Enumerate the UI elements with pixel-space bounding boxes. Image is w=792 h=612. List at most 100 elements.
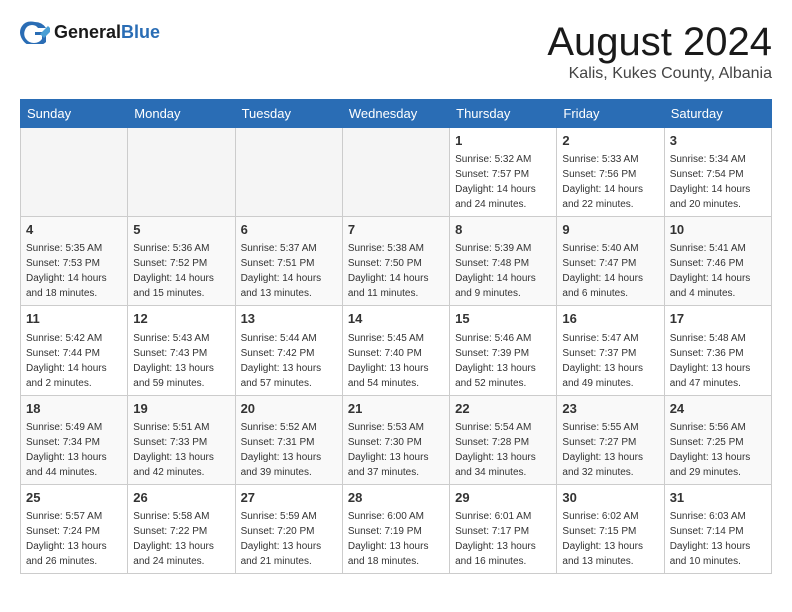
calendar-week-row: 25Sunrise: 5:57 AM Sunset: 7:24 PM Dayli… — [21, 484, 772, 573]
day-number: 30 — [562, 489, 658, 507]
day-number: 11 — [26, 310, 122, 328]
calendar-day-cell: 26 Sunrise: 5:58 AM Sunset: 7:22 PM Dayli… — [128, 484, 235, 573]
day-info: Sunrise: 5:43 AM Sunset: 7:43 PM Dayligh… — [133, 331, 229, 391]
calendar-day-cell: 1 Sunrise: 5:32 AM Sunset: 7:57 PM Daylig… — [450, 128, 557, 217]
calendar-day-cell: 10 Sunrise: 5:41 AM Sunset: 7:46 PM Dayli… — [664, 217, 771, 306]
day-number: 29 — [455, 489, 551, 507]
weekday-header: Friday — [557, 100, 664, 128]
day-info: Sunrise: 6:00 AM Sunset: 7:19 PM Dayligh… — [348, 509, 444, 569]
logo-text: GeneralBlue — [54, 22, 160, 43]
day-number: 2 — [562, 132, 658, 150]
day-info: Sunrise: 5:42 AM Sunset: 7:44 PM Dayligh… — [26, 331, 122, 391]
day-number: 28 — [348, 489, 444, 507]
day-number: 13 — [241, 310, 337, 328]
logo-icon — [20, 20, 50, 44]
calendar-day-cell — [342, 128, 449, 217]
day-info: Sunrise: 5:36 AM Sunset: 7:52 PM Dayligh… — [133, 241, 229, 301]
day-info: Sunrise: 5:49 AM Sunset: 7:34 PM Dayligh… — [26, 420, 122, 480]
calendar-day-cell: 3Sunrise: 5:34 AM Sunset: 7:54 PM Daylig… — [664, 128, 771, 217]
weekday-header: Tuesday — [235, 100, 342, 128]
day-info: Sunrise: 5:54 AM Sunset: 7:28 PM Dayligh… — [455, 420, 551, 480]
day-info: Sunrise: 5:46 AM Sunset: 7:39 PM Dayligh… — [455, 331, 551, 391]
day-info: Sunrise: 5:38 AM Sunset: 7:50 PM Dayligh… — [348, 241, 444, 301]
calendar-day-cell: 12 Sunrise: 5:43 AM Sunset: 7:43 PM Dayli… — [128, 306, 235, 395]
day-info: Sunrise: 5:37 AM Sunset: 7:51 PM Dayligh… — [241, 241, 337, 301]
calendar-day-cell: 2 Sunrise: 5:33 AM Sunset: 7:56 PM Daylig… — [557, 128, 664, 217]
calendar-day-cell: 13 Sunrise: 5:44 AM Sunset: 7:42 PM Dayli… — [235, 306, 342, 395]
month-title: August 2024 — [547, 20, 772, 65]
day-info: Sunrise: 5:59 AM Sunset: 7:20 PM Dayligh… — [241, 509, 337, 569]
calendar-day-cell: 28 Sunrise: 6:00 AM Sunset: 7:19 PM Dayli… — [342, 484, 449, 573]
weekday-header: Saturday — [664, 100, 771, 128]
calendar-day-cell: 29Sunrise: 6:01 AM Sunset: 7:17 PM Dayli… — [450, 484, 557, 573]
calendar-day-cell: 30 Sunrise: 6:02 AM Sunset: 7:15 PM Dayli… — [557, 484, 664, 573]
calendar-day-cell — [21, 128, 128, 217]
day-number: 5 — [133, 221, 229, 239]
weekday-header: Thursday — [450, 100, 557, 128]
day-number: 6 — [241, 221, 337, 239]
day-info: Sunrise: 5:40 AM Sunset: 7:47 PM Dayligh… — [562, 241, 658, 301]
day-number: 14 — [348, 310, 444, 328]
day-info: Sunrise: 5:47 AM Sunset: 7:37 PM Dayligh… — [562, 331, 658, 391]
calendar-day-cell: 19 Sunrise: 5:51 AM Sunset: 7:33 PM Dayli… — [128, 395, 235, 484]
day-number: 9 — [562, 221, 658, 239]
calendar-day-cell: 21Sunrise: 5:53 AM Sunset: 7:30 PM Dayli… — [342, 395, 449, 484]
day-number: 18 — [26, 400, 122, 418]
day-info: Sunrise: 5:41 AM Sunset: 7:46 PM Dayligh… — [670, 241, 766, 301]
logo-general: General — [54, 22, 121, 42]
day-number: 16 — [562, 310, 658, 328]
calendar-day-cell: 27 Sunrise: 5:59 AM Sunset: 7:20 PM Dayli… — [235, 484, 342, 573]
calendar-day-cell: 20Sunrise: 5:52 AM Sunset: 7:31 PM Dayli… — [235, 395, 342, 484]
page-header: GeneralBlue August 2024 Kalis, Kukes Cou… — [20, 20, 772, 83]
day-number: 26 — [133, 489, 229, 507]
day-info: Sunrise: 5:58 AM Sunset: 7:22 PM Dayligh… — [133, 509, 229, 569]
day-number: 21 — [348, 400, 444, 418]
day-number: 22 — [455, 400, 551, 418]
day-info: Sunrise: 6:03 AM Sunset: 7:14 PM Dayligh… — [670, 509, 766, 569]
day-info: Sunrise: 5:32 AM Sunset: 7:57 PM Dayligh… — [455, 152, 551, 212]
day-number: 31 — [670, 489, 766, 507]
day-info: Sunrise: 6:02 AM Sunset: 7:15 PM Dayligh… — [562, 509, 658, 569]
day-number: 23 — [562, 400, 658, 418]
calendar-day-cell: 14 Sunrise: 5:45 AM Sunset: 7:40 PM Dayli… — [342, 306, 449, 395]
day-info: Sunrise: 5:48 AM Sunset: 7:36 PM Dayligh… — [670, 331, 766, 391]
day-number: 10 — [670, 221, 766, 239]
day-number: 19 — [133, 400, 229, 418]
day-number: 8 — [455, 221, 551, 239]
day-info: Sunrise: 5:51 AM Sunset: 7:33 PM Dayligh… — [133, 420, 229, 480]
day-info: Sunrise: 5:45 AM Sunset: 7:40 PM Dayligh… — [348, 331, 444, 391]
calendar-week-row: 4Sunrise: 5:35 AM Sunset: 7:53 PM Daylig… — [21, 217, 772, 306]
day-number: 7 — [348, 221, 444, 239]
location-title: Kalis, Kukes County, Albania — [547, 65, 772, 83]
day-info: Sunrise: 5:44 AM Sunset: 7:42 PM Dayligh… — [241, 331, 337, 391]
day-number: 1 — [455, 132, 551, 150]
calendar-day-cell: 24Sunrise: 5:56 AM Sunset: 7:25 PM Dayli… — [664, 395, 771, 484]
day-number: 12 — [133, 310, 229, 328]
calendar-day-cell: 17 Sunrise: 5:48 AM Sunset: 7:36 PM Dayli… — [664, 306, 771, 395]
day-number: 17 — [670, 310, 766, 328]
calendar-day-cell: 6 Sunrise: 5:37 AM Sunset: 7:51 PM Daylig… — [235, 217, 342, 306]
day-info: Sunrise: 5:55 AM Sunset: 7:27 PM Dayligh… — [562, 420, 658, 480]
calendar-day-cell: 4Sunrise: 5:35 AM Sunset: 7:53 PM Daylig… — [21, 217, 128, 306]
day-info: Sunrise: 5:39 AM Sunset: 7:48 PM Dayligh… — [455, 241, 551, 301]
calendar-day-cell — [235, 128, 342, 217]
calendar-day-cell: 15Sunrise: 5:46 AM Sunset: 7:39 PM Dayli… — [450, 306, 557, 395]
logo-blue: Blue — [121, 22, 160, 42]
calendar-day-cell: 8 Sunrise: 5:39 AM Sunset: 7:48 PM Daylig… — [450, 217, 557, 306]
calendar-week-row: 1 Sunrise: 5:32 AM Sunset: 7:57 PM Daylig… — [21, 128, 772, 217]
weekday-header: Wednesday — [342, 100, 449, 128]
logo: GeneralBlue — [20, 20, 160, 44]
calendar-day-cell: 18 Sunrise: 5:49 AM Sunset: 7:34 PM Dayli… — [21, 395, 128, 484]
calendar-day-cell — [128, 128, 235, 217]
calendar-day-cell: 5 Sunrise: 5:36 AM Sunset: 7:52 PM Daylig… — [128, 217, 235, 306]
day-info: Sunrise: 5:33 AM Sunset: 7:56 PM Dayligh… — [562, 152, 658, 212]
calendar-day-cell: 23 Sunrise: 5:55 AM Sunset: 7:27 PM Dayli… — [557, 395, 664, 484]
calendar-day-cell: 25Sunrise: 5:57 AM Sunset: 7:24 PM Dayli… — [21, 484, 128, 573]
day-number: 3 — [670, 132, 766, 150]
calendar-day-cell: 16 Sunrise: 5:47 AM Sunset: 7:37 PM Dayli… — [557, 306, 664, 395]
day-number: 27 — [241, 489, 337, 507]
title-block: August 2024 Kalis, Kukes County, Albania — [547, 20, 772, 83]
day-number: 20 — [241, 400, 337, 418]
calendar-week-row: 11 Sunrise: 5:42 AM Sunset: 7:44 PM Dayli… — [21, 306, 772, 395]
calendar-week-row: 18 Sunrise: 5:49 AM Sunset: 7:34 PM Dayli… — [21, 395, 772, 484]
